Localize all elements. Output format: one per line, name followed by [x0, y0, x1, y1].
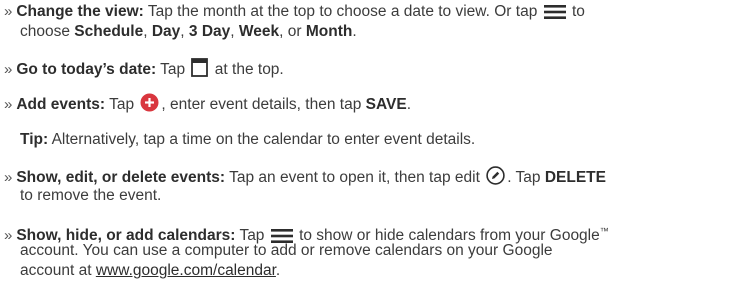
list-item-edit-events: » Show, edit, or delete events: Tap an ev…: [4, 166, 726, 206]
option-month: Month: [305, 23, 353, 40]
text: , enter event details, then tap: [161, 96, 362, 113]
option-day: Day: [151, 23, 181, 40]
text: .: [275, 262, 281, 279]
heading-change-view: Change the view:: [16, 3, 144, 20]
list-item-calendars: » Show, hide, or add calendars: Tap to sh…: [4, 221, 726, 281]
edit-pencil-icon: [486, 166, 505, 191]
bullet-chevron: »: [4, 3, 13, 20]
text: Tap the month at the top to choose a dat…: [147, 3, 538, 20]
option-3-day: 3 Day: [188, 23, 231, 40]
separator: , or: [279, 23, 302, 40]
separator: ,: [143, 23, 148, 40]
text: . Tap: [507, 169, 541, 186]
list-item-add-events: » Add events: Tap , enter event details, …: [4, 93, 726, 113]
tip-note: Tip: Alternatively, tap a time on the ca…: [4, 130, 729, 150]
heading-go-to-today: Go to today’s date:: [16, 61, 157, 78]
text: .: [352, 23, 357, 40]
menu-icon: [543, 5, 566, 25]
text: choose: [20, 23, 70, 40]
text: Tap: [109, 96, 135, 113]
tip-text: Alternatively, tap a time on the calenda…: [51, 131, 476, 148]
trademark-symbol: ™: [599, 226, 609, 236]
calendar-icon: [191, 58, 209, 83]
add-plus-icon: [140, 93, 159, 118]
heading-edit-events: Show, edit, or delete events:: [16, 169, 226, 186]
google-calendar-link[interactable]: www.google.com/calendar: [96, 262, 276, 279]
text: to: [571, 3, 585, 20]
text: account. You can use a computer to add o…: [20, 242, 553, 259]
save-label: SAVE: [365, 96, 407, 113]
text: to remove the event.: [20, 187, 162, 204]
option-schedule: Schedule: [74, 23, 144, 40]
list-item-go-to-today: » Go to today’s date: Tap at the top.: [4, 58, 726, 78]
separator: ,: [230, 23, 235, 40]
text: Tap: [160, 61, 186, 78]
text: at the top.: [214, 61, 284, 78]
text: .: [406, 96, 412, 113]
bullet-chevron: »: [4, 96, 13, 113]
heading-add-events: Add events:: [16, 96, 106, 113]
text: account at: [20, 262, 92, 279]
bullet-chevron: »: [4, 169, 13, 186]
delete-label: DELETE: [544, 169, 606, 186]
tip-label: Tip:: [20, 131, 49, 148]
separator: ,: [180, 23, 185, 40]
bullet-chevron: »: [4, 61, 13, 78]
bullet-chevron: »: [4, 227, 13, 244]
text: Tap an event to open it, then tap edit: [229, 169, 480, 186]
option-week: Week: [238, 23, 280, 40]
list-item-change-view: » Change the view: Tap the month at the t…: [4, 2, 726, 42]
